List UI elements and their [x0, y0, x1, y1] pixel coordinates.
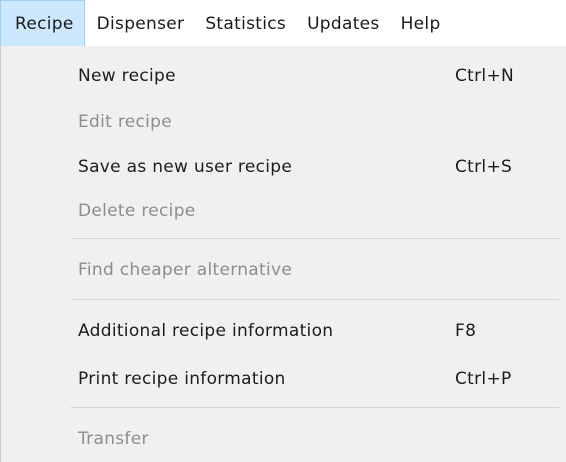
menu-statistics[interactable]: Statistics [195, 0, 297, 47]
menu-separator [71, 407, 559, 408]
menu-separator [71, 299, 559, 300]
menu-item-new-recipe[interactable]: New recipe Ctrl+N [78, 60, 538, 92]
menu-item-label: Additional recipe information [78, 321, 334, 341]
menu-item-label: Transfer [78, 429, 149, 449]
menu-recipe[interactable]: Recipe [0, 0, 85, 47]
recipe-dropdown-menu: New recipe Ctrl+N Edit recipe Save as ne… [0, 46, 566, 462]
menu-item-shortcut: Ctrl+S [455, 157, 513, 177]
menu-updates[interactable]: Updates [297, 0, 391, 47]
menu-item-additional-recipe-information[interactable]: Additional recipe information F8 [78, 315, 538, 347]
menu-item-print-recipe-information[interactable]: Print recipe information Ctrl+P [78, 363, 538, 395]
menu-bar: Recipe Dispenser Statistics Updates Help [0, 0, 566, 47]
menu-item-shortcut: Ctrl+P [455, 369, 512, 389]
menu-item-transfer[interactable]: Transfer [78, 423, 538, 455]
menu-separator [71, 238, 559, 239]
menu-help[interactable]: Help [391, 0, 452, 47]
menu-item-delete-recipe[interactable]: Delete recipe [78, 195, 538, 227]
menu-item-save-as-new-user-recipe[interactable]: Save as new user recipe Ctrl+S [78, 151, 538, 183]
menu-item-edit-recipe[interactable]: Edit recipe [78, 106, 538, 138]
menu-item-label: Edit recipe [78, 112, 173, 132]
menu-item-label: Save as new user recipe [78, 157, 293, 177]
menu-item-label: Delete recipe [78, 201, 196, 221]
menu-item-label: Find cheaper alternative [78, 260, 293, 280]
menu-item-shortcut: F8 [455, 321, 477, 341]
menu-item-find-cheaper-alternative[interactable]: Find cheaper alternative [78, 254, 538, 286]
menu-item-label: Print recipe information [78, 369, 286, 389]
menu-item-shortcut: Ctrl+N [455, 66, 515, 86]
application-window: Recipe Dispenser Statistics Updates Help… [0, 0, 566, 462]
menu-item-label: New recipe [78, 66, 176, 86]
menu-dispenser[interactable]: Dispenser [85, 0, 196, 47]
